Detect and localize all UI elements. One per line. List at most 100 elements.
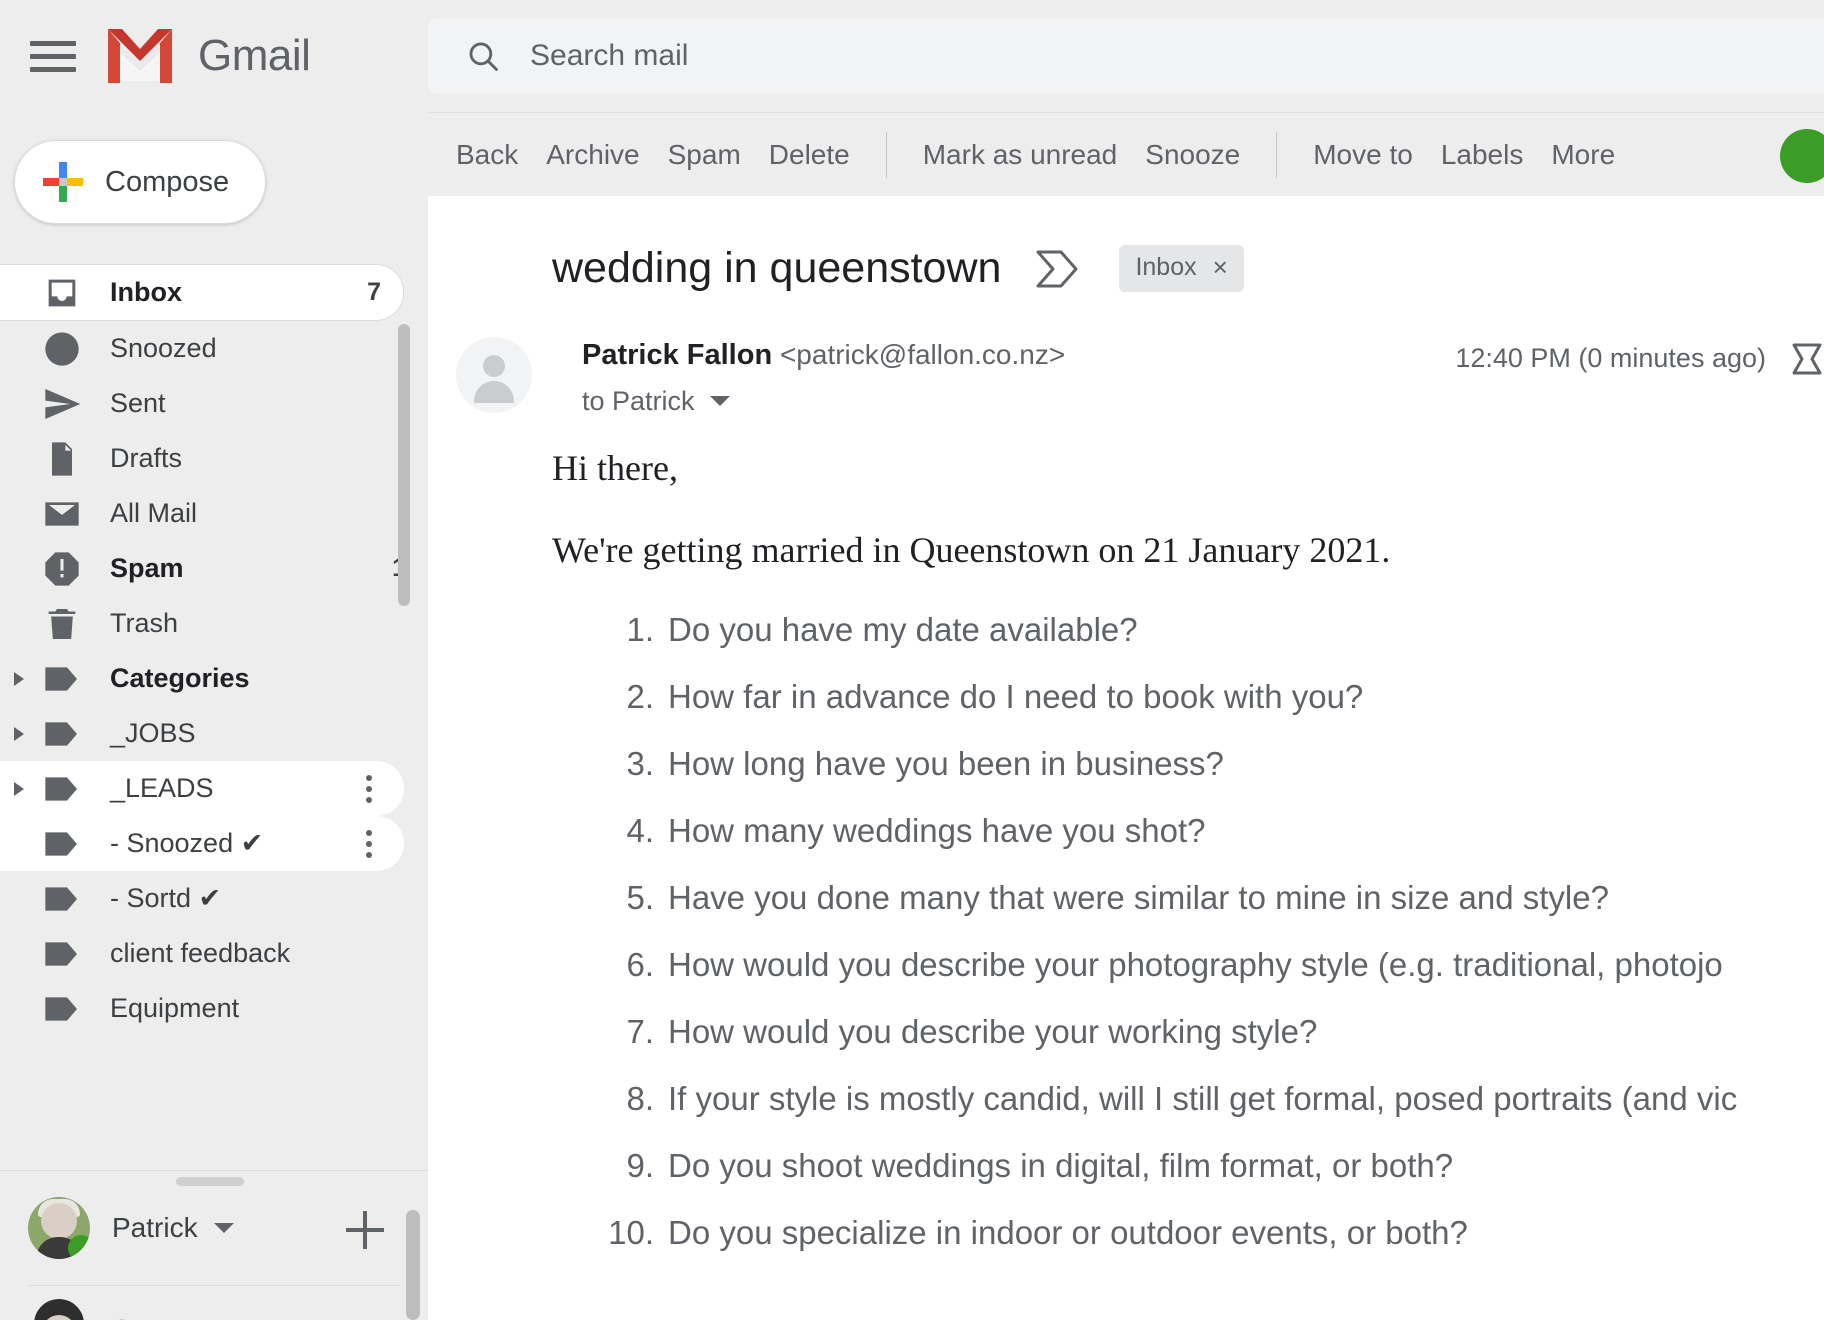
chat-contact-item[interactable]: Scott Jones	[28, 1299, 258, 1320]
sidebar-item-sent[interactable]: Sent	[0, 376, 428, 431]
sidebar-item-sortd[interactable]: - Sortd ✔	[0, 871, 428, 926]
list-item: 2. How far in advance do I need to book w…	[602, 678, 1824, 716]
list-item: 8. If your style is mostly candid, will I…	[602, 1080, 1824, 1118]
sidebar-item-categories[interactable]: Categories	[0, 651, 428, 706]
chat-scrollbar[interactable]	[406, 1210, 420, 1320]
gmail-app: Gmail Compose Inbox 7 Snoozed Sent Drafts All…	[0, 0, 1824, 1320]
list-item-text: How far in advance do I need to book wit…	[668, 678, 1364, 715]
warning-icon	[45, 551, 79, 586]
list-item: 10. Do you specialize in indoor or outdoo…	[602, 1214, 1824, 1252]
sidebar-item-trash[interactable]: Trash	[0, 596, 428, 651]
chevron-right-icon[interactable]	[0, 725, 38, 743]
sidebar-item-label: _LEADS	[110, 773, 214, 803]
sidebar-item-drafts[interactable]: Drafts	[0, 431, 428, 486]
chat-resize-handle[interactable]	[176, 1177, 244, 1186]
sidebar-item-leads[interactable]: _LEADS	[0, 761, 404, 816]
search-input[interactable]	[530, 39, 1804, 73]
list-item-text: How would you describe your working styl…	[668, 1013, 1318, 1050]
list-item-number: 8.	[626, 1080, 654, 1117]
toolbar-button-delete[interactable]: Delete	[755, 139, 864, 171]
label-icon	[45, 776, 77, 801]
list-item: 6. How would you describe your photograph…	[602, 946, 1824, 984]
star-icon[interactable]	[1790, 339, 1824, 379]
overflow-menu-icon[interactable]	[356, 774, 382, 803]
sidebar-scrollbar[interactable]	[398, 324, 410, 606]
sidebar-item-equipment[interactable]: Equipment	[0, 981, 428, 1036]
body-intro: We're getting married in Queenstown on 2…	[552, 530, 1391, 570]
toolbar-button-move-to[interactable]: Move to	[1299, 139, 1427, 171]
sidebar: Compose Inbox 7 Snoozed Sent Drafts All Mail S…	[0, 112, 428, 1320]
sidebar-item-label: Inbox	[110, 277, 182, 307]
chevron-down-icon[interactable]	[709, 395, 731, 408]
sidebar-item-label: Equipment	[110, 993, 240, 1023]
list-item-number: 5.	[626, 879, 654, 916]
label-chip-text: Inbox	[1135, 253, 1197, 281]
sidebar-item-label: Sent	[110, 388, 166, 418]
list-item-text: Have you done many that were similar to …	[668, 879, 1609, 916]
label-chip-inbox[interactable]: Inbox ×	[1119, 245, 1244, 292]
compose-label: Compose	[105, 165, 230, 198]
list-item-text: How long have you been in business?	[668, 745, 1224, 782]
label-icon-wrap	[42, 659, 88, 699]
sidebar-item-snoozed[interactable]: - Snoozed ✔	[0, 816, 404, 871]
list-item-number: 4.	[626, 812, 654, 849]
chevron-right-icon[interactable]	[0, 670, 38, 688]
sidebar-item-label: - Sortd ✔	[110, 883, 222, 913]
account-avatar[interactable]	[1780, 129, 1824, 183]
top-bar: Gmail	[0, 0, 1824, 112]
sidebar-item-client-feedback[interactable]: client feedback	[0, 926, 428, 981]
label-icon	[45, 721, 77, 746]
plus-icon	[43, 162, 83, 202]
toolbar-button-more[interactable]: More	[1537, 139, 1629, 171]
chevron-right-icon[interactable]	[0, 780, 38, 798]
toolbar-button-spam[interactable]: Spam	[654, 139, 755, 171]
toolbar-button-snooze[interactable]: Snooze	[1131, 139, 1254, 171]
chevron-down-icon[interactable]	[212, 1221, 236, 1235]
list-item-number: 3.	[626, 745, 654, 782]
toolbar-button-labels[interactable]: Labels	[1427, 139, 1538, 171]
clock-icon-wrap	[42, 329, 88, 369]
sidebar-item-label: client feedback	[110, 938, 291, 968]
body-greeting: Hi there,	[552, 448, 678, 488]
gmail-logo-icon	[108, 29, 172, 83]
toolbar-button-archive[interactable]: Archive	[532, 139, 653, 171]
sidebar-item-snoozed[interactable]: Snoozed	[0, 321, 428, 376]
list-item-number: 2.	[626, 678, 654, 715]
list-item-text: Do you specialize in indoor or outdoor e…	[668, 1214, 1468, 1251]
sidebar-item-label: Snoozed	[110, 333, 217, 363]
label-icon	[45, 666, 77, 691]
list-item: 5. Have you done many that were similar t…	[602, 879, 1824, 917]
toolbar-button-back[interactable]: Back	[442, 139, 532, 171]
sender-identity: Patrick Fallon <patrick@fallon.co.nz>	[582, 339, 1065, 372]
sidebar-item-all-mail[interactable]: All Mail	[0, 486, 428, 541]
chat-my-account[interactable]: Patrick	[28, 1197, 236, 1259]
toolbar-button-mark-as-unread[interactable]: Mark as unread	[909, 139, 1132, 171]
close-icon[interactable]: ×	[1213, 252, 1228, 283]
sidebar-item-label: Spam	[110, 553, 184, 583]
sidebar-item-inbox[interactable]: Inbox 7	[0, 264, 404, 321]
sidebar-item-jobs[interactable]: _JOBS	[0, 706, 428, 761]
label-icon	[45, 831, 77, 856]
inbox-icon-wrap	[42, 273, 88, 313]
list-item: 4. How many weddings have you shot?	[602, 812, 1824, 850]
list-item-text: How many weddings have you shot?	[668, 812, 1206, 849]
chat-contact-name: Scott Jones	[112, 1314, 258, 1320]
send-icon	[45, 388, 81, 419]
compose-button[interactable]: Compose	[14, 140, 266, 224]
label-icon	[45, 886, 77, 911]
recipient-row[interactable]: to Patrick	[582, 386, 1065, 417]
list-item-number: 9.	[626, 1147, 654, 1184]
label-icon-wrap	[42, 824, 88, 864]
avatar	[28, 1197, 90, 1259]
sidebar-item-spam[interactable]: Spam1	[0, 541, 428, 596]
chat-my-name: Patrick	[112, 1212, 198, 1243]
new-chat-button[interactable]	[346, 1211, 384, 1249]
list-item: 9. Do you shoot weddings in digital, film…	[602, 1147, 1824, 1185]
sender-meta: Patrick Fallon <patrick@fallon.co.nz> to…	[582, 337, 1065, 417]
hamburger-icon[interactable]	[30, 32, 78, 80]
subject-row: wedding in queenstown Inbox ×	[428, 196, 1824, 293]
online-status-dot	[68, 1235, 90, 1259]
main-panel: Back Archive Spam Delete Mark as unread Snooz…	[428, 112, 1824, 1320]
search-bar[interactable]	[428, 18, 1824, 94]
overflow-menu-icon[interactable]	[356, 829, 382, 858]
